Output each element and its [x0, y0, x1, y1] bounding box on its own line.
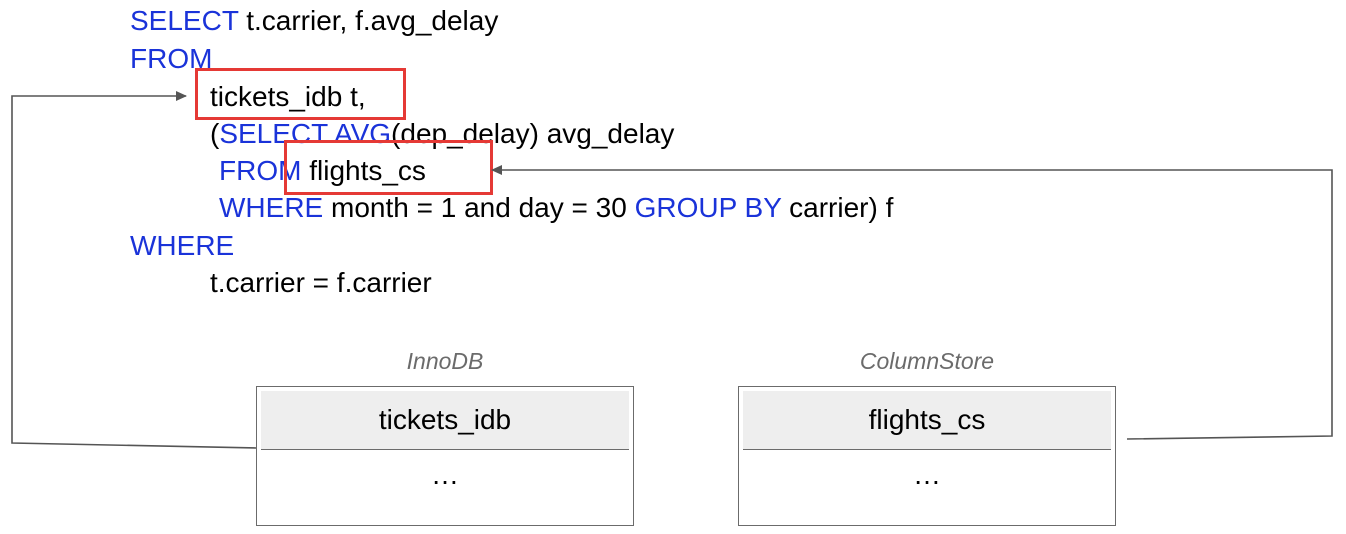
arrow-innodb-to-tickets — [11, 91, 257, 449]
table-ellipsis-columnstore: … — [913, 459, 941, 490]
table-box-columnstore: flights_cs … — [738, 386, 1116, 526]
connector-arrows — [11, 91, 1333, 449]
table-box-innodb: tickets_idb … — [256, 386, 634, 526]
engine-label-columnstore: ColumnStore — [859, 348, 995, 374]
engine-label-innodb: InnoDB — [406, 348, 484, 374]
table-name-tickets-idb: tickets_idb — [261, 391, 629, 450]
table-ellipsis-innodb: … — [431, 459, 459, 490]
table-name-flights-cs: flights_cs — [743, 391, 1111, 450]
